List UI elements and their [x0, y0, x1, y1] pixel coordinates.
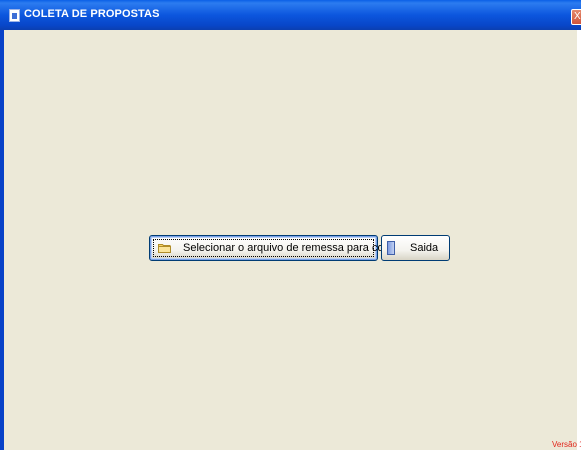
folder-icon	[158, 244, 171, 253]
app-icon[interactable]	[9, 9, 20, 22]
close-button[interactable]: X	[571, 9, 581, 25]
version-label: Versão 1.0	[552, 440, 581, 449]
select-file-button[interactable]: Selecionar o arquivo de remessa para col…	[149, 235, 401, 261]
window-title: COLETA DE PROPOSTAS	[24, 8, 160, 20]
door-icon	[387, 241, 395, 255]
select-file-label: Selecionar o arquivo de remessa para col…	[183, 242, 402, 254]
exit-button[interactable]: Saida	[381, 235, 450, 261]
main-window: COLETA DE PROPOSTAS X Selecionar o arqui…	[0, 0, 581, 450]
exit-label: Saida	[410, 242, 439, 254]
title-bar[interactable]: COLETA DE PROPOSTAS X	[0, 0, 581, 30]
window-content: Selecionar o arquivo de remessa para col…	[4, 30, 581, 450]
